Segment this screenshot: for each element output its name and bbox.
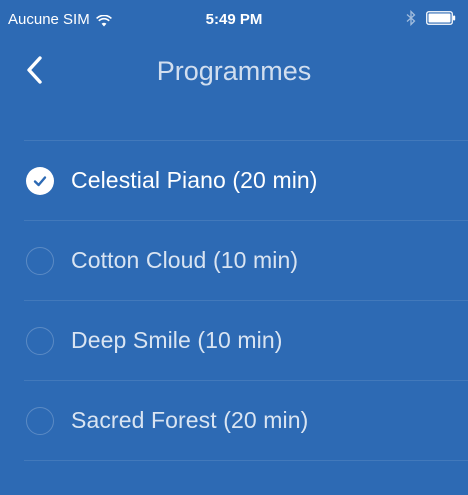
- battery-icon: [426, 11, 456, 25]
- empty-circle-icon: [26, 246, 54, 275]
- programme-label: Sacred Forest (20 min): [71, 407, 309, 433]
- programme-item-sacred-forest[interactable]: Sacred Forest (20 min): [0, 381, 468, 460]
- empty-circle-icon: [26, 326, 54, 355]
- programme-label: Deep Smile (10 min): [71, 327, 283, 353]
- programme-item-cotton-cloud[interactable]: Cotton Cloud (10 min): [0, 221, 468, 300]
- status-bar: Aucune SIM 5:49 PM: [0, 0, 468, 36]
- bluetooth-icon: [406, 9, 416, 27]
- nav-bar: Programmes: [0, 36, 468, 108]
- programme-list: Celestial Piano (20 min) Cotton Cloud (1…: [0, 140, 468, 461]
- programme-label: Cotton Cloud (10 min): [71, 247, 299, 273]
- list-divider: [24, 460, 468, 461]
- checkmark-circle-icon: [26, 166, 54, 195]
- programme-label: Celestial Piano (20 min): [71, 167, 318, 193]
- programme-item-celestial-piano[interactable]: Celestial Piano (20 min): [0, 141, 468, 220]
- programmes-screen: Aucune SIM 5:49 PM Programmes Celestial …: [0, 0, 468, 495]
- page-title: Programmes: [156, 56, 312, 86]
- empty-circle-icon: [26, 406, 54, 435]
- programme-item-deep-smile[interactable]: Deep Smile (10 min): [0, 301, 468, 380]
- status-right: [406, 9, 456, 27]
- status-time: 5:49 PM: [205, 11, 263, 28]
